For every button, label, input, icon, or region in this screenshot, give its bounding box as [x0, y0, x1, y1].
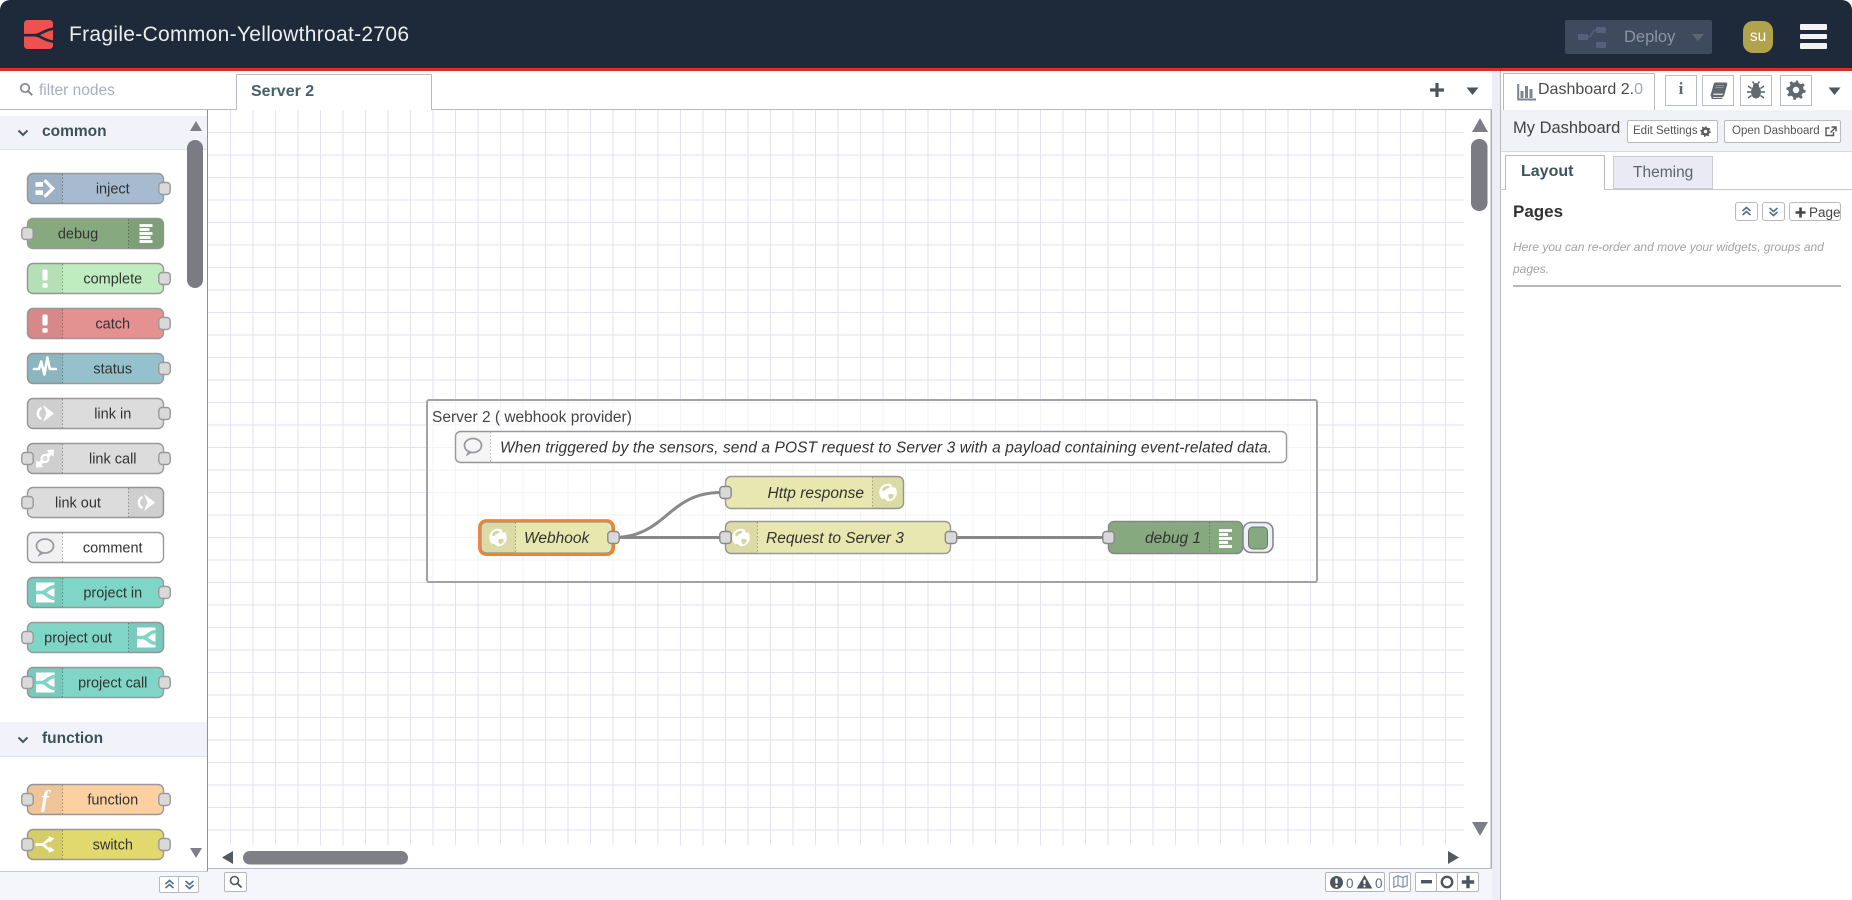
svg-text:switch: switch	[93, 837, 133, 853]
svg-text:complete: complete	[83, 272, 142, 288]
svg-text:project out: project out	[44, 630, 112, 646]
svg-text:Server 2 ( webhook provider): Server 2 ( webhook provider)	[432, 409, 632, 426]
svg-text:project in: project in	[83, 585, 142, 601]
svg-text:Request to Server 3: Request to Server 3	[766, 530, 904, 547]
svg-text:catch: catch	[95, 317, 130, 333]
svg-text:inject: inject	[96, 181, 130, 197]
svg-text:link in: link in	[94, 406, 131, 422]
svg-text:debug: debug	[58, 227, 98, 243]
svg-text:link call: link call	[89, 451, 137, 467]
svg-text:When triggered by the sensors,: When triggered by the sensors, send a PO…	[500, 440, 1272, 457]
svg-text:Webhook: Webhook	[524, 530, 590, 547]
svg-text:comment: comment	[83, 540, 143, 556]
svg-text:debug 1: debug 1	[1145, 530, 1201, 547]
svg-text:status: status	[93, 361, 132, 377]
svg-text:link out: link out	[55, 496, 101, 512]
svg-text:function: function	[87, 792, 138, 808]
svg-text:project call: project call	[78, 675, 147, 691]
svg-text:Http response: Http response	[768, 485, 865, 502]
